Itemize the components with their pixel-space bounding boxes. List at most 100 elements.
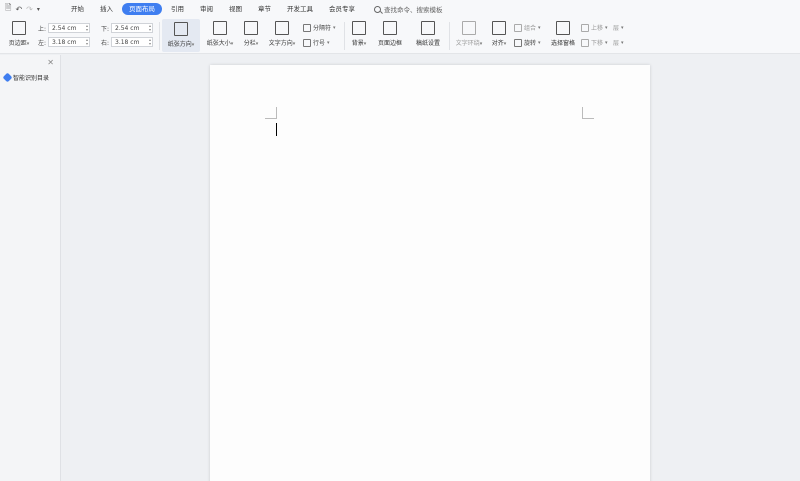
undo-icon[interactable]: ↶ <box>15 5 22 14</box>
right-margin-label: 右: <box>101 39 110 47</box>
page-size-icon <box>213 21 227 35</box>
layer-label-2: 层 <box>613 40 620 47</box>
layer-button-2[interactable]: 层 ▾ <box>613 38 624 48</box>
text-wrap-label: 文字环绕 <box>455 40 480 47</box>
orientation-button[interactable]: 纸张方向▾ <box>162 19 200 52</box>
bring-forward-label: 上移 <box>591 25 604 32</box>
smart-toc-label: 智能识别目录 <box>13 75 50 82</box>
rotate-icon <box>514 38 522 47</box>
page-border-button[interactable]: 页面边框 <box>374 18 406 47</box>
tab-insert[interactable]: 插入 <box>93 3 120 15</box>
group-button[interactable]: 组合 ▾ <box>514 23 541 32</box>
top-margin-label: 上: <box>38 25 47 33</box>
separator-icon <box>303 23 311 32</box>
align-icon <box>492 21 506 35</box>
menu-tabs: 开始 插入 页面布局 引用 审阅 视图 章节 开发工具 会员专享 <box>64 0 364 18</box>
text-wrap-button[interactable]: 文字环绕▾ <box>452 18 486 47</box>
smart-toc-button[interactable]: 智能识别目录 <box>2 72 50 83</box>
margin-corner-top-left <box>265 107 277 119</box>
separator-label: 分隔符 <box>313 25 332 32</box>
size-label: 纸张大小 <box>206 40 231 47</box>
command-search[interactable]: 查找命令、搜索模板 <box>374 4 443 14</box>
quick-access-toolbar: 🗎 ↶ ↷ ▾ <box>0 2 64 16</box>
separator <box>159 22 160 50</box>
text-direction-button[interactable]: 文字方向▾ <box>265 18 299 47</box>
size-button[interactable]: 纸张大小▾ <box>202 18 238 47</box>
left-margin-row: 左: 3.18 cm ▴ ▾ <box>38 37 90 47</box>
tab-page-layout[interactable]: 页面布局 <box>122 3 162 15</box>
manuscript-button[interactable]: 稿纸设置 <box>412 18 444 47</box>
align-button[interactable]: 对齐▾ <box>488 18 510 47</box>
search-placeholder: 查找命令、搜索模板 <box>384 6 443 14</box>
orientation-icon <box>174 22 188 36</box>
tab-developer[interactable]: 开发工具 <box>280 3 320 15</box>
margins-button[interactable]: 页边距▾ <box>6 18 32 47</box>
redo-icon[interactable]: ↷ <box>26 5 33 14</box>
send-backward-label: 下移 <box>591 40 604 47</box>
bottom-margin-row: 下: 2.54 cm ▴ ▾ <box>101 23 153 33</box>
selection-pane-label: 选择窗格 <box>550 40 575 47</box>
top-margin-input[interactable]: 2.54 cm ▴ ▾ <box>48 23 90 33</box>
page-border-icon <box>383 21 397 35</box>
bottom-margin-input[interactable]: 2.54 cm ▴ ▾ <box>111 23 153 33</box>
selection-pane-icon <box>556 21 570 35</box>
tab-view[interactable]: 视图 <box>222 3 249 15</box>
manuscript-icon <box>421 21 435 35</box>
separator <box>344 22 345 50</box>
layer-button[interactable]: 层 ▾ <box>613 23 624 33</box>
bring-forward-button[interactable]: 上移 ▾ <box>581 23 608 32</box>
line-numbers-label: 行号 <box>313 40 326 47</box>
background-button[interactable]: 背景▾ <box>348 18 370 47</box>
columns-button[interactable]: 分栏▾ <box>240 18 262 47</box>
columns-label: 分栏 <box>243 40 256 47</box>
group-icon <box>514 23 522 32</box>
rotate-label: 旋转 <box>524 40 537 47</box>
manuscript-label: 稿纸设置 <box>415 40 440 47</box>
tab-member[interactable]: 会员专享 <box>322 3 362 15</box>
dropdown-icon[interactable]: ▾ <box>37 6 40 13</box>
document-area <box>61 55 800 481</box>
margin-corner-top-right <box>582 107 594 119</box>
top-margin-row: 上: 2.54 cm ▴ ▾ <box>38 23 90 33</box>
line-numbers-button[interactable]: 行号 ▾ <box>303 38 330 47</box>
right-margin-row: 右: 3.18 cm ▴ ▾ <box>101 37 153 47</box>
separator-button[interactable]: 分隔符 ▾ <box>303 23 336 32</box>
text-cursor <box>276 123 277 136</box>
separator <box>449 22 450 50</box>
margins-label: 页边距 <box>8 40 27 47</box>
bring-forward-icon <box>581 23 589 32</box>
text-wrap-icon <box>462 21 476 35</box>
selection-pane-button[interactable]: 选择窗格 <box>548 18 578 47</box>
align-label: 对齐 <box>491 40 504 47</box>
columns-icon <box>244 21 258 35</box>
line-numbers-icon <box>303 38 311 47</box>
page-border-label: 页面边框 <box>377 40 402 47</box>
search-icon <box>374 5 381 13</box>
close-icon[interactable]: ✕ <box>47 58 54 67</box>
document-icon[interactable]: 🗎 <box>5 2 11 16</box>
group-label: 组合 <box>524 25 537 32</box>
left-margin-label: 左: <box>38 39 47 47</box>
orientation-label: 纸张方向 <box>167 41 192 48</box>
background-label: 背景 <box>351 40 364 47</box>
send-backward-button[interactable]: 下移 ▾ <box>581 38 608 47</box>
send-backward-icon <box>581 38 589 47</box>
document-page[interactable] <box>210 65 650 481</box>
background-icon <box>352 21 366 35</box>
margins-icon <box>12 21 26 35</box>
rotate-button[interactable]: 旋转 ▾ <box>514 38 541 47</box>
tab-review[interactable]: 审阅 <box>193 3 220 15</box>
layer-label: 层 <box>613 25 620 32</box>
menu-bar: 🗎 ↶ ↷ ▾ 开始 插入 页面布局 引用 审阅 视图 章节 开发工具 会员专享… <box>0 0 800 18</box>
navigation-pane: ✕ 智能识别目录 <box>0 55 61 481</box>
toc-icon <box>2 72 13 83</box>
left-margin-input[interactable]: 3.18 cm ▴ ▾ <box>48 37 90 47</box>
text-direction-icon <box>275 21 289 35</box>
tab-sections[interactable]: 章节 <box>251 3 278 15</box>
tab-home[interactable]: 开始 <box>64 3 91 15</box>
text-direction-label: 文字方向 <box>268 40 293 47</box>
ribbon: 页边距▾ 上: 2.54 cm ▴ ▾ 左: 3.18 cm ▴ ▾ 下: 2.54 c… <box>0 18 800 54</box>
bottom-margin-label: 下: <box>101 25 110 33</box>
right-margin-input[interactable]: 3.18 cm ▴ ▾ <box>111 37 153 47</box>
tab-references[interactable]: 引用 <box>164 3 191 15</box>
